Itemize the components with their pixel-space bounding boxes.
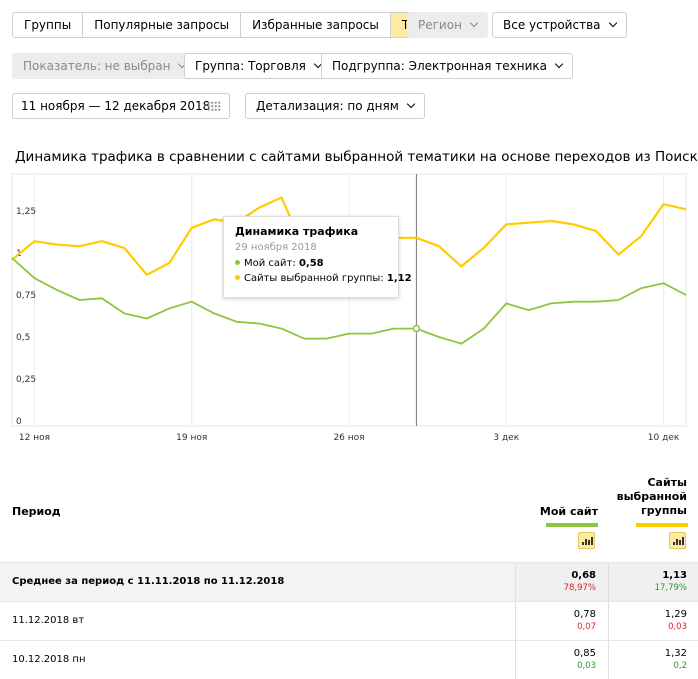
group-select[interactable]: Группа: Торговля xyxy=(184,53,332,79)
row-my-value: 0,78 xyxy=(573,609,596,620)
tooltip-group-value: 1,12 xyxy=(386,273,412,284)
group-sites-color-bar xyxy=(636,523,688,527)
tooltip-group-sites: Сайты выбранной группы: 1,12 xyxy=(235,273,412,284)
group-header-line-3: группы xyxy=(641,504,687,517)
x-tick-label: 19 ноя xyxy=(176,433,207,443)
detail-select-label: Детализация: по дням xyxy=(256,99,399,113)
region-select-label: Регион xyxy=(418,18,462,32)
x-tick-label: 12 ноя xyxy=(19,433,50,443)
group-sites-header: Сайты выбранной группы xyxy=(608,476,687,518)
my-site-header: Мой сайт xyxy=(539,505,598,518)
tooltip-my-value: 0,58 xyxy=(298,258,324,269)
row-my-delta: 0,07 xyxy=(577,622,596,632)
legend-dot-my-site xyxy=(235,260,240,265)
chevron-down-icon xyxy=(608,18,617,28)
tab-groups[interactable]: Группы xyxy=(13,13,84,37)
col-shade xyxy=(515,641,608,679)
legend-dot-group xyxy=(235,275,240,280)
group-select-label: Группа: Торговля xyxy=(195,59,306,73)
row-label: 10.12.2018 пн xyxy=(12,654,86,665)
calendar-icon[interactable] xyxy=(207,101,221,111)
row-group-value: 1,32 xyxy=(664,648,687,659)
my-site-chart-icon[interactable] xyxy=(578,532,595,549)
row-group-delta: 17,79% xyxy=(654,583,687,593)
row-group-value: 1,13 xyxy=(662,570,687,581)
row-label: Среднее за период с 11.11.2018 по 11.12.… xyxy=(12,576,285,587)
tooltip-title: Динамика трафика xyxy=(235,225,359,238)
tooltip-date: 29 ноября 2018 xyxy=(235,242,317,253)
hover-point xyxy=(412,324,421,333)
chevron-down-icon xyxy=(469,18,479,28)
group-sites-chart-icon[interactable] xyxy=(669,532,686,549)
row-group-value: 1,29 xyxy=(664,609,687,620)
row-group-delta: 0,2 xyxy=(673,661,687,671)
chart-title-text: Динамика трафика в сравнении с сайтами в… xyxy=(15,149,698,165)
subgroup-select-label: Подгруппа: Электронная техника xyxy=(332,59,548,73)
metric-select-label: Показатель: не выбран xyxy=(23,59,171,73)
traffic-chart[interactable]: 12 ноя 19 ноя 26 ноя 3 дек 10 дек 0 0,25 0,5 0,7… xyxy=(0,170,698,452)
col-shade xyxy=(515,602,608,640)
region-select[interactable]: Регион xyxy=(407,12,488,38)
my-site-color-bar xyxy=(546,523,598,527)
row-my-delta: 0,03 xyxy=(577,661,596,671)
x-tick-label: 3 дек xyxy=(493,433,519,443)
y-tick-label: 0,75 xyxy=(16,291,36,301)
y-tick-label: 0,25 xyxy=(16,375,36,385)
devices-select[interactable]: Все устройства xyxy=(492,12,627,38)
row-label: 11.12.2018 вт xyxy=(12,615,85,626)
devices-select-label: Все устройства xyxy=(503,18,601,32)
col-shade xyxy=(608,641,698,679)
detail-select[interactable]: Детализация: по дням xyxy=(245,93,425,119)
x-tick-label: 26 ноя xyxy=(333,433,364,443)
table-row: 10.12.2018 пн 0,85 0,03 1,32 0,2 xyxy=(0,640,698,679)
tab-popular-queries[interactable]: Популярные запросы xyxy=(83,13,242,37)
group-header-line-2: выбранной xyxy=(616,490,687,503)
table-row: 11.12.2018 вт 0,78 0,07 1,29 0,03 xyxy=(0,601,698,640)
row-my-value: 0,85 xyxy=(573,648,596,659)
tooltip-my-site: Мой сайт: 0,58 xyxy=(235,258,387,269)
period-header: Период xyxy=(12,505,61,518)
row-group-delta: 0,03 xyxy=(668,622,687,632)
x-tick-label: 10 дек xyxy=(648,433,680,443)
chart-title: Динамика трафика в сравнении с сайтами в… xyxy=(15,149,698,165)
date-range-input[interactable]: 11 ноября — 12 декабря 2018 xyxy=(12,93,230,119)
chevron-down-icon xyxy=(406,99,416,109)
tooltip-my-label: Мой сайт: xyxy=(244,258,296,269)
col-shade xyxy=(608,602,698,640)
row-my-value: 0,68 xyxy=(571,570,596,581)
chart-tooltip: Динамика трафика 29 ноября 2018 Мой сайт… xyxy=(223,216,412,298)
chevron-down-icon xyxy=(554,59,564,69)
y-tick-label: 0 xyxy=(16,417,22,427)
y-tick-label: 1,25 xyxy=(16,207,36,217)
subgroup-select[interactable]: Подгруппа: Электронная техника xyxy=(321,53,574,79)
date-range-value: 11 ноября — 12 декабря 2018 xyxy=(21,99,211,113)
table-row: Среднее за период с 11.11.2018 по 11.12.… xyxy=(0,562,698,601)
row-my-delta: 78,97% xyxy=(563,583,596,593)
col-shade xyxy=(608,563,698,601)
tab-favorite-queries[interactable]: Избранные запросы xyxy=(241,13,391,37)
y-tick-label: 0,5 xyxy=(16,333,30,343)
tooltip-group-label: Сайты выбранной группы: xyxy=(244,273,384,284)
view-tabs: Группы Популярные запросы Избранные запр… xyxy=(12,12,453,38)
group-header-line-1: Сайты xyxy=(647,476,687,489)
col-shade xyxy=(515,563,608,601)
metric-select[interactable]: Показатель: не выбран xyxy=(12,53,197,79)
